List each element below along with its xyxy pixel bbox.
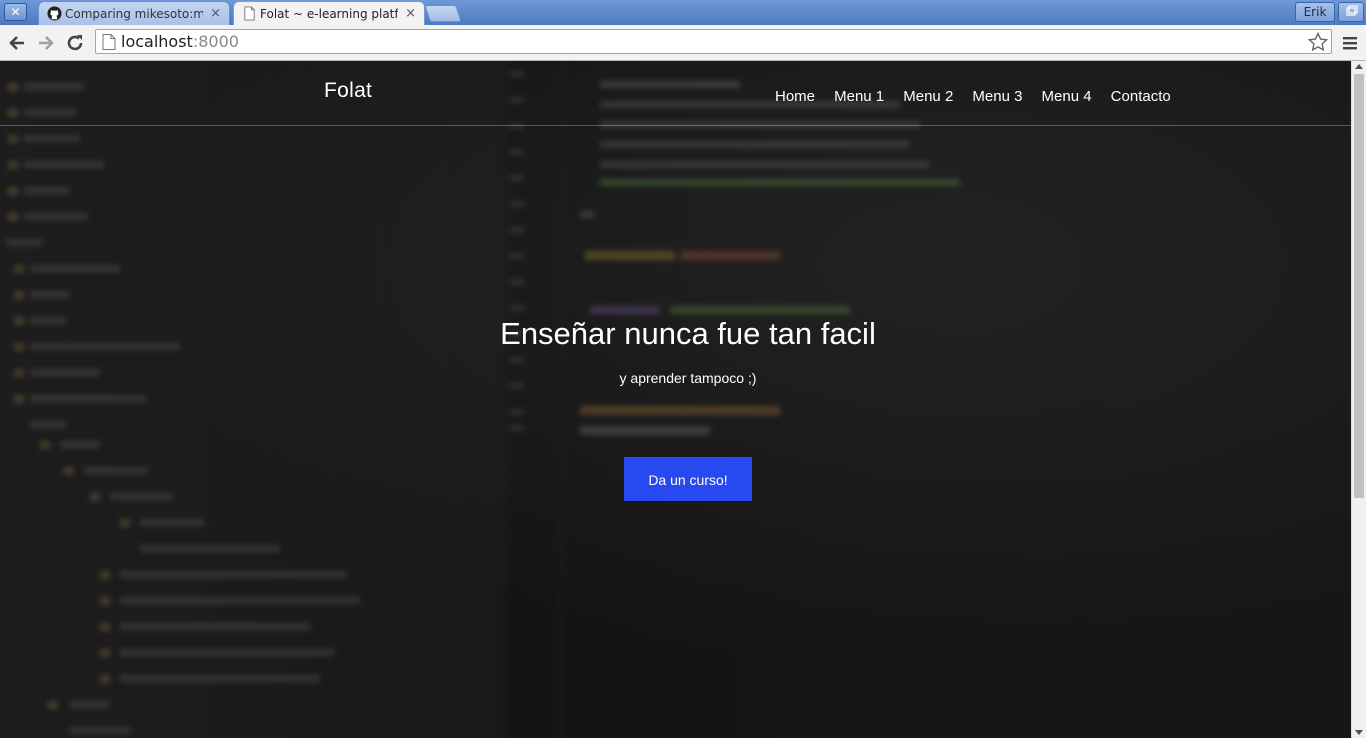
address-bar[interactable]: localhost:8000 [95,29,1332,54]
nav-link-menu-1[interactable]: Menu 1 [834,88,884,105]
browser-menu-icon[interactable] [1340,33,1360,53]
tab-close-icon[interactable]: × [210,2,221,25]
url-host: localhost [121,32,193,51]
hero-subtitle: y aprender tampoco ;) [619,370,757,386]
brand-logo[interactable]: Folat [324,79,372,103]
reload-icon[interactable] [64,32,86,54]
nav-link-home[interactable]: Home [775,88,815,105]
github-icon [47,6,62,21]
tab-title: Folat ~ e-learning platform [260,7,398,21]
hero-title: Enseñar nunca fue tan facil [500,316,876,351]
tab-strip: ✕ Comparing mikesoto:mas × Folat ~ e-lea… [0,0,1366,25]
scroll-up-icon[interactable] [1355,64,1363,69]
tab-github-compare[interactable]: Comparing mikesoto:mas × [38,1,230,25]
nav-item-contacto: Contacto [1111,86,1171,105]
page-icon [244,6,255,21]
tab-folat[interactable]: Folat ~ e-learning platform × [233,1,425,25]
page-viewport: Folat Home Menu 1 Menu 2 Menu 3 Menu 4 C… [0,61,1351,738]
new-tab-button[interactable] [424,5,462,22]
url-text: localhost:8000 [121,30,239,54]
page-scrollbar[interactable] [1351,61,1366,738]
main-nav: Home Menu 1 Menu 2 Menu 3 Menu 4 Contact… [775,86,1185,105]
tab-title: Comparing mikesoto:mas [65,7,203,21]
window-restore-button[interactable] [1338,2,1364,22]
nav-item-menu-3: Menu 3 [972,86,1022,105]
nav-item-home: Home [775,86,815,105]
bookmark-star-icon[interactable] [1307,31,1329,53]
nav-link-contacto[interactable]: Contacto [1111,88,1171,105]
tab-close-icon[interactable]: × [405,2,416,25]
page-icon [102,34,116,50]
window-close-button[interactable]: ✕ [4,3,27,21]
background-code-image [6,61,960,738]
site-header: Folat Home Menu 1 Menu 2 Menu 3 Menu 4 C… [0,61,1351,126]
nav-item-menu-2: Menu 2 [903,86,953,105]
url-port: :8000 [192,32,239,51]
give-course-button[interactable]: Da un curso! [624,457,752,501]
nav-link-menu-3[interactable]: Menu 3 [972,88,1022,105]
back-arrow-icon[interactable] [6,32,28,54]
scroll-down-icon[interactable] [1355,730,1363,735]
nav-item-menu-4: Menu 4 [1042,86,1092,105]
scroll-thumb[interactable] [1354,74,1364,498]
restore-icon [1346,5,1358,16]
nav-link-menu-2[interactable]: Menu 2 [903,88,953,105]
profile-button[interactable]: Erik [1295,2,1335,22]
nav-link-menu-4[interactable]: Menu 4 [1042,88,1092,105]
browser-toolbar: localhost:8000 [0,25,1366,61]
nav-item-menu-1: Menu 1 [834,86,884,105]
forward-arrow-icon[interactable] [35,32,57,54]
